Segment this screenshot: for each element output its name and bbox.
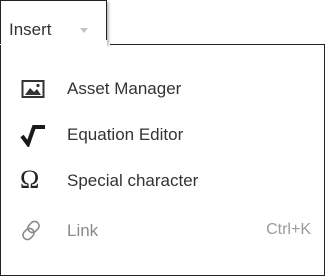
menu-item-special-character[interactable]: Ω Special character: [2, 157, 323, 205]
link-icon: [22, 220, 40, 241]
sqrt-icon: [20, 125, 45, 147]
image-icon: [21, 80, 45, 98]
menu-item-label: Asset Manager: [67, 79, 182, 98]
menu-item-label: Special character: [67, 171, 199, 190]
caret-down-icon: [80, 28, 88, 33]
menu-item-equation-editor[interactable]: Equation Editor: [2, 111, 323, 159]
tab-join: [1, 40, 107, 48]
omega-icon: Ω: [20, 165, 40, 194]
insert-menu-label: Insert: [9, 20, 52, 39]
menu-item-asset-manager[interactable]: Asset Manager: [2, 65, 323, 113]
shortcut-label: Ctrl+K: [266, 221, 311, 238]
insert-dropdown-menu: Asset Manager Equation Editor Ω Special …: [0, 45, 325, 276]
menu-item-link[interactable]: Link Ctrl+K: [2, 207, 323, 255]
insert-menu-tab[interactable]: Insert: [0, 0, 107, 44]
menu-item-label: Link: [67, 221, 99, 240]
menu-item-label: Equation Editor: [67, 125, 184, 144]
